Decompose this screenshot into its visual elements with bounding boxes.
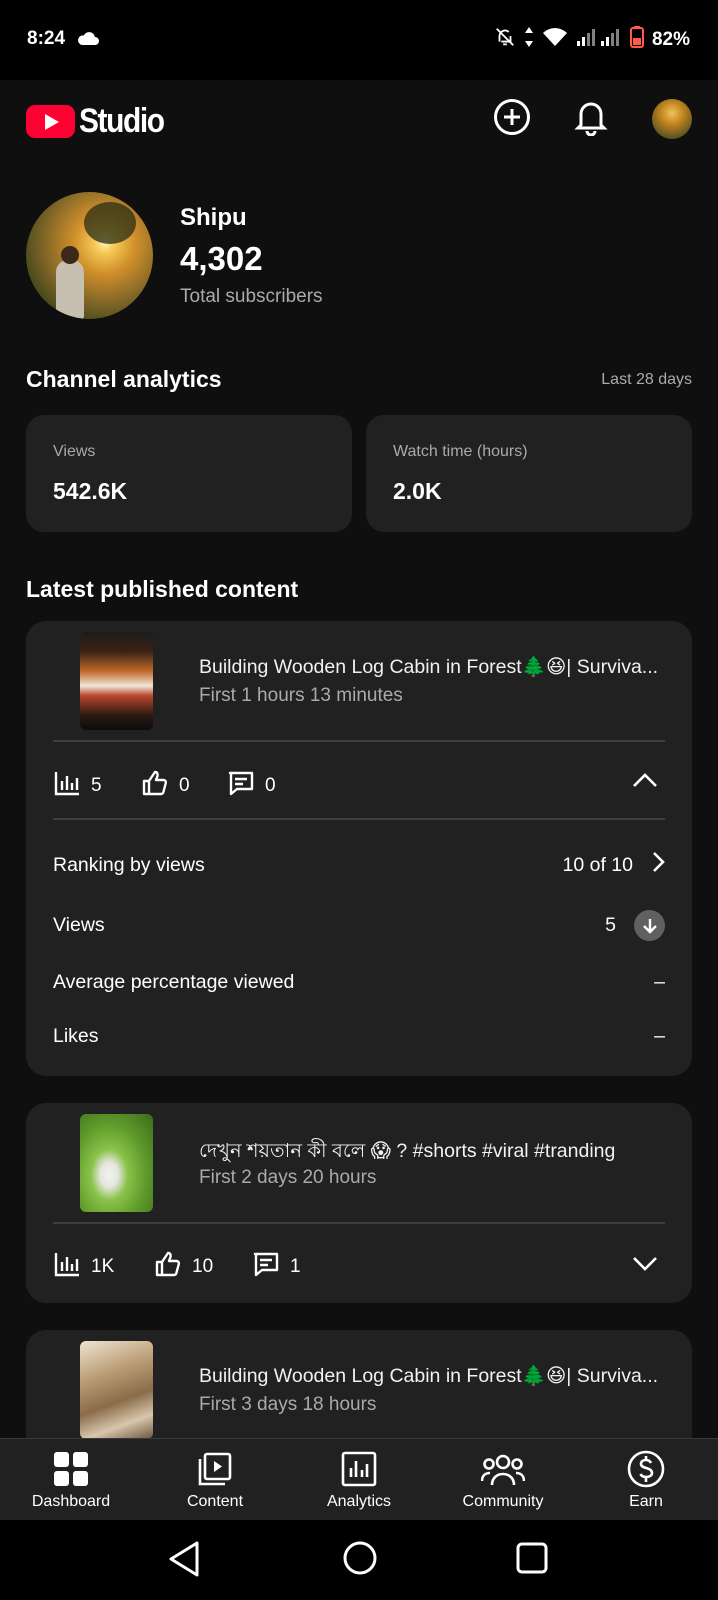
nav-analytics-label: Analytics <box>326 1493 392 1510</box>
views-detail-value: 5 <box>605 914 616 936</box>
likes-metric-value: 10 <box>192 1256 214 1277</box>
thumbs-up-icon <box>154 1250 182 1284</box>
video-thumbnail[interactable] <box>80 1114 153 1212</box>
notifications-bell-icon[interactable] <box>573 98 609 141</box>
comments-metric-value: 0 <box>265 775 276 796</box>
subscriber-label: Total subscribers <box>180 286 323 307</box>
content-icon <box>150 1449 280 1489</box>
avg-percentage-value: – <box>654 971 665 993</box>
create-button[interactable] <box>493 98 531 141</box>
youtube-studio-logo[interactable]: Studio <box>26 102 175 141</box>
nav-earn-label: Earn <box>629 1493 663 1510</box>
nav-community-label: Community <box>462 1493 544 1510</box>
ranking-value: 10 of 10 <box>562 853 633 876</box>
comments-metric-value: 1 <box>290 1256 301 1277</box>
analytics-period: Last 28 days <box>601 371 692 388</box>
earn-icon <box>581 1449 711 1489</box>
comment-icon <box>227 769 255 803</box>
chevron-right-icon <box>651 851 665 879</box>
ranking-label: Ranking by views <box>53 853 205 876</box>
views-metric: 5 <box>53 769 102 803</box>
video-title[interactable]: Building Wooden Log Cabin in Forest🌲😆| S… <box>199 1364 664 1388</box>
nav-community[interactable]: Community <box>438 1449 568 1511</box>
status-bar: 8:24 82% <box>0 0 718 80</box>
views-detail-label: Views <box>53 914 105 936</box>
views-card-value: 542.6K <box>53 478 128 504</box>
ranking-row[interactable]: Ranking by views 10 of 10 <box>53 851 665 879</box>
watch-time-card-label: Watch time (hours) <box>393 443 528 460</box>
video-title[interactable]: Building Wooden Log Cabin in Forest🌲😆| S… <box>199 655 664 679</box>
avg-percentage-row: Average percentage viewed – <box>53 971 665 994</box>
recents-icon[interactable] <box>516 1542 548 1579</box>
channel-analytics-title: Channel analytics <box>26 366 222 392</box>
analytics-icon <box>294 1449 424 1489</box>
views-detail-row: Views 5 <box>53 910 665 941</box>
views-metric-value: 1K <box>91 1256 115 1277</box>
watch-time-card[interactable]: Watch time (hours) 2.0K <box>366 415 692 532</box>
youtube-play-icon <box>26 105 75 138</box>
subscriber-count: 4,302 <box>180 240 263 277</box>
latest-content-card: Building Wooden Log Cabin in Forest🌲😆| S… <box>26 621 692 1076</box>
account-avatar[interactable] <box>652 99 692 139</box>
signal-icon <box>576 27 622 53</box>
views-metric: 1K <box>53 1250 114 1284</box>
nav-content-label: Content <box>186 1493 244 1510</box>
likes-detail-label: Likes <box>53 1025 99 1047</box>
likes-detail-value: – <box>654 1025 665 1047</box>
battery-percent: 82% <box>651 29 690 50</box>
community-icon <box>438 1449 568 1489</box>
wifi-icon <box>542 26 568 54</box>
collapse-chevron-up-icon[interactable] <box>632 771 658 794</box>
views-metric-value: 5 <box>91 775 102 796</box>
status-time: 8:24 <box>27 28 66 49</box>
system-navigation-bar <box>0 1520 718 1600</box>
thumbs-up-icon <box>141 769 169 803</box>
video-title[interactable]: দেখুন শয়তান কী বলে 😱 ? #shorts #viral #… <box>199 1137 664 1169</box>
mute-bell-icon <box>494 26 516 54</box>
logo-text: Studio <box>79 102 165 140</box>
bar-chart-icon <box>53 769 81 803</box>
app-bar: Studio <box>0 80 718 160</box>
channel-avatar[interactable] <box>26 192 153 319</box>
bar-chart-icon <box>53 1250 81 1284</box>
nav-earn[interactable]: Earn <box>581 1449 711 1511</box>
dashboard-icon <box>6 1449 136 1489</box>
nav-dashboard[interactable]: Dashboard <box>6 1449 136 1511</box>
video-subtitle: First 3 days 18 hours <box>199 1394 377 1415</box>
cloud-icon <box>76 30 100 51</box>
home-icon[interactable] <box>342 1540 378 1581</box>
battery-icon <box>629 26 644 54</box>
video-thumbnail[interactable] <box>80 632 153 730</box>
comment-icon <box>252 1250 280 1284</box>
latest-content-title: Latest published content <box>26 576 299 602</box>
video-subtitle: First 1 hours 13 minutes <box>199 685 403 706</box>
nav-analytics[interactable]: Analytics <box>294 1449 424 1511</box>
arrow-down-icon[interactable] <box>634 910 665 941</box>
likes-metric: 10 <box>154 1250 213 1284</box>
views-card[interactable]: Views 542.6K <box>26 415 352 532</box>
bottom-navigation: Dashboard Content Analytics Community Ea… <box>0 1438 718 1520</box>
video-thumbnail[interactable] <box>80 1341 153 1439</box>
views-card-label: Views <box>53 443 96 460</box>
comments-metric: 1 <box>252 1250 301 1284</box>
avg-percentage-label: Average percentage viewed <box>53 971 295 993</box>
data-arrows-icon <box>524 26 534 54</box>
channel-name: Shipu <box>180 204 247 231</box>
watch-time-card-value: 2.0K <box>393 478 442 504</box>
nav-content[interactable]: Content <box>150 1449 280 1511</box>
likes-detail-row: Likes – <box>53 1025 665 1048</box>
back-icon[interactable] <box>167 1540 201 1583</box>
video-subtitle: First 2 days 20 hours <box>199 1167 377 1188</box>
latest-content-card: দেখুন শয়তান কী বলে 😱 ? #shorts #viral #… <box>26 1103 692 1303</box>
likes-metric-value: 0 <box>179 775 190 796</box>
comments-metric: 0 <box>227 769 276 803</box>
likes-metric: 0 <box>141 769 190 803</box>
expand-chevron-down-icon[interactable] <box>632 1255 658 1278</box>
nav-dashboard-label: Dashboard <box>31 1493 111 1510</box>
